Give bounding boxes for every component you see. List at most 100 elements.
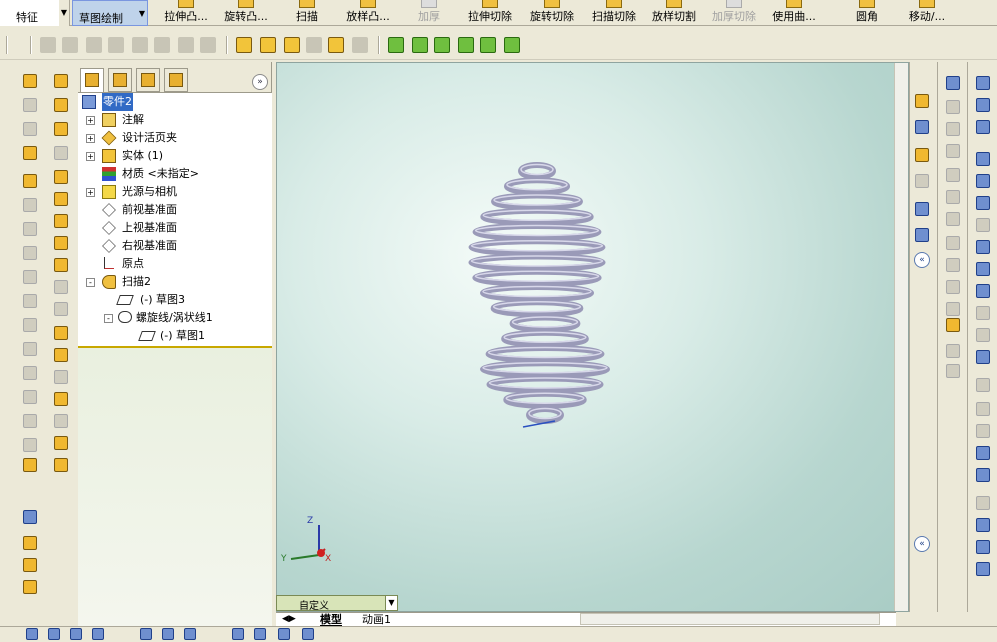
surface-tool-icon[interactable] bbox=[54, 326, 68, 340]
smart-icon[interactable] bbox=[306, 37, 322, 53]
tool-icon[interactable] bbox=[946, 364, 960, 378]
feature-icon[interactable] bbox=[23, 438, 37, 452]
loft-boss-button[interactable]: 放样凸... bbox=[340, 0, 396, 26]
tool-icon[interactable] bbox=[976, 76, 990, 90]
pan-icon[interactable] bbox=[976, 350, 990, 364]
use-surface-button[interactable]: 使用曲... bbox=[766, 0, 822, 26]
tab-animation1[interactable]: 动画1 bbox=[362, 613, 391, 627]
status-icon[interactable] bbox=[302, 628, 314, 640]
feature-icon[interactable] bbox=[23, 122, 37, 136]
measure-icon[interactable] bbox=[23, 536, 37, 550]
tool-icon[interactable] bbox=[946, 236, 960, 250]
tool-icon[interactable] bbox=[946, 302, 960, 316]
view-tool-icon[interactable] bbox=[976, 518, 990, 532]
expand-panel-button[interactable]: » bbox=[252, 74, 268, 90]
status-icon[interactable] bbox=[162, 628, 174, 640]
surface-tool-icon[interactable] bbox=[54, 170, 68, 184]
view-tool-icon[interactable] bbox=[976, 562, 990, 576]
view-icon[interactable] bbox=[915, 120, 929, 134]
tool-icon[interactable] bbox=[946, 122, 960, 136]
feature-icon[interactable] bbox=[23, 318, 37, 332]
zoom-out-icon[interactable] bbox=[976, 196, 990, 210]
curve-loop-icon[interactable] bbox=[504, 37, 520, 53]
collapse-toolbar-icon[interactable]: « bbox=[914, 536, 930, 552]
status-icon[interactable] bbox=[232, 628, 244, 640]
sweep-cut-button[interactable]: 扫描切除 bbox=[586, 0, 642, 26]
expander-icon[interactable]: + bbox=[86, 188, 95, 197]
status-icon[interactable] bbox=[26, 628, 38, 640]
extrude-boss-button[interactable]: 拉伸凸... bbox=[158, 0, 214, 26]
status-icon[interactable] bbox=[92, 628, 104, 640]
feature-icon[interactable] bbox=[23, 366, 37, 380]
spring-model[interactable]: Z Y X bbox=[277, 63, 897, 612]
feature-icon[interactable] bbox=[23, 198, 37, 212]
tool-icon[interactable] bbox=[946, 100, 960, 114]
spline-icon[interactable] bbox=[434, 37, 450, 53]
zoom-fit-icon[interactable] bbox=[915, 148, 929, 162]
feature-icon[interactable] bbox=[23, 342, 37, 356]
shaded-edges-icon[interactable] bbox=[976, 468, 990, 482]
curve-tool-icon[interactable] bbox=[388, 37, 404, 53]
tool-icon[interactable] bbox=[976, 120, 990, 134]
expander-icon[interactable]: + bbox=[86, 152, 95, 161]
feature-icon[interactable] bbox=[23, 222, 37, 236]
surface-tool-icon[interactable] bbox=[54, 74, 68, 88]
collapse-toolbar-icon[interactable]: « bbox=[914, 252, 930, 268]
check-icon[interactable] bbox=[23, 580, 37, 594]
tab-property-manager[interactable] bbox=[108, 68, 132, 92]
surface-tool-icon[interactable] bbox=[54, 392, 68, 406]
surface-tool-icon[interactable] bbox=[54, 414, 68, 428]
curve-grid-icon[interactable] bbox=[412, 37, 428, 53]
tool-icon[interactable] bbox=[946, 280, 960, 294]
surface-tool-icon[interactable] bbox=[54, 348, 68, 362]
feature-icon[interactable] bbox=[23, 414, 37, 428]
tool-icon[interactable] bbox=[976, 328, 990, 342]
tool-icon[interactable] bbox=[976, 98, 990, 112]
tab-configuration-manager[interactable] bbox=[136, 68, 160, 92]
surface-tool-icon[interactable] bbox=[54, 436, 68, 450]
revolve-cut-button[interactable]: 旋转切除 bbox=[524, 0, 580, 26]
revolve-boss-button[interactable]: 旋转凸... bbox=[218, 0, 274, 26]
edit-macro-icon[interactable] bbox=[132, 37, 148, 53]
helix-tool-icon[interactable] bbox=[458, 37, 474, 53]
feature-icon[interactable] bbox=[23, 98, 37, 112]
feature-icon[interactable] bbox=[23, 458, 37, 472]
cube-icon[interactable] bbox=[976, 424, 990, 438]
expander-icon[interactable]: + bbox=[86, 134, 95, 143]
tool-icon[interactable] bbox=[946, 318, 960, 332]
chevron-down-icon[interactable]: ▼ bbox=[139, 1, 145, 27]
expander-icon[interactable]: - bbox=[104, 314, 113, 323]
status-icon[interactable] bbox=[48, 628, 60, 640]
feature-icon[interactable] bbox=[23, 294, 37, 308]
zoom-in-icon[interactable] bbox=[976, 152, 990, 166]
view-tool-icon[interactable] bbox=[976, 540, 990, 554]
view-orientation-icon[interactable] bbox=[915, 202, 929, 216]
status-icon[interactable] bbox=[184, 628, 196, 640]
vertical-scrollbar[interactable] bbox=[894, 63, 908, 611]
surface-tool-icon[interactable] bbox=[54, 122, 68, 136]
tab-display-manager[interactable] bbox=[164, 68, 188, 92]
dimension-icon[interactable] bbox=[236, 37, 252, 53]
tool-icon[interactable] bbox=[946, 212, 960, 226]
surface-tool-icon[interactable] bbox=[54, 192, 68, 206]
thicken-cut-button[interactable]: 加厚切除 bbox=[706, 0, 762, 26]
tool-icon[interactable] bbox=[976, 240, 990, 254]
curve-box-icon[interactable] bbox=[480, 37, 496, 53]
status-icon[interactable] bbox=[140, 628, 152, 640]
feature-icon[interactable] bbox=[23, 246, 37, 260]
tool-icon[interactable] bbox=[946, 76, 960, 90]
home-icon[interactable] bbox=[915, 94, 929, 108]
surface-tool-icon[interactable] bbox=[54, 370, 68, 384]
view-orientation-dropdown[interactable]: 自定义 ▼ bbox=[276, 595, 398, 612]
horizontal-scrollbar[interactable] bbox=[580, 613, 880, 625]
thicken-button[interactable]: 加厚 bbox=[412, 0, 446, 26]
play-icon[interactable] bbox=[108, 37, 124, 53]
rewind-icon[interactable] bbox=[86, 37, 102, 53]
surface-tool-icon[interactable] bbox=[54, 458, 68, 472]
macro3-icon[interactable] bbox=[200, 37, 216, 53]
surface-tool-icon[interactable] bbox=[54, 280, 68, 294]
shaded-icon[interactable] bbox=[976, 446, 990, 460]
sketch-tab[interactable]: 草图绘制 ▼ bbox=[72, 0, 148, 26]
surface-tool-icon[interactable] bbox=[54, 214, 68, 228]
box-select-icon[interactable] bbox=[260, 37, 276, 53]
